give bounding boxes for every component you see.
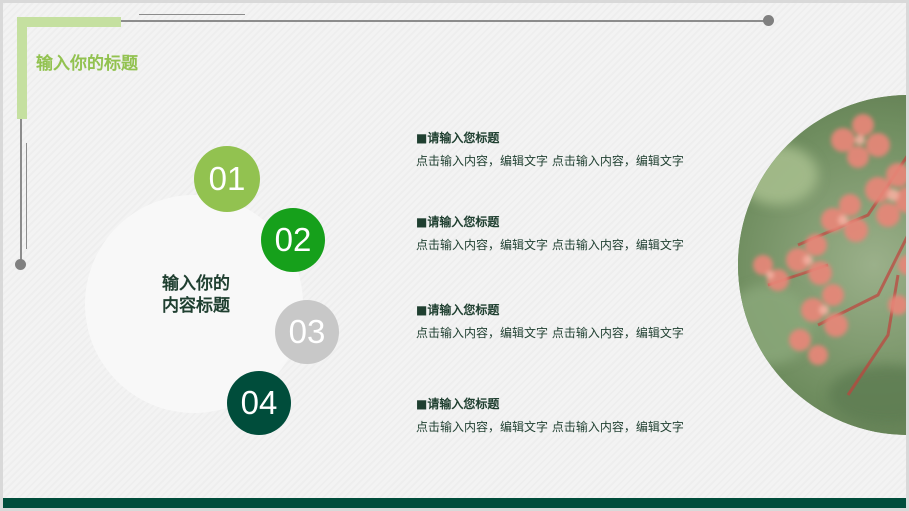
top-rule-dot	[763, 15, 774, 26]
bottom-bar	[3, 498, 906, 508]
list-item: ■请输入您标题 点击输入内容，编辑文字 点击输入内容，编辑文字	[416, 129, 726, 169]
item-title: ■请输入您标题	[416, 303, 500, 317]
top-rule-line	[121, 20, 769, 22]
flower-image	[738, 95, 906, 435]
left-rule-dot	[15, 259, 26, 270]
list-item: ■请输入您标题 点击输入内容，编辑文字 点击输入内容，编辑文字	[416, 213, 726, 253]
item-desc: 点击输入内容，编辑文字 点击输入内容，编辑文字	[416, 238, 684, 252]
left-rule-line-short	[26, 143, 27, 249]
number-circle-04: 04	[227, 371, 291, 435]
item-title: ■请输入您标题	[416, 215, 500, 229]
corner-bar-horizontal	[17, 17, 121, 27]
left-rule-line	[20, 119, 22, 265]
number-circle-03: 03	[275, 300, 339, 364]
corner-bar-vertical	[17, 17, 27, 119]
slide-title: 输入你的标题	[36, 54, 138, 74]
number-circle-01: 01	[194, 146, 260, 212]
list-item: ■请输入您标题 点击输入内容，编辑文字 点击输入内容，编辑文字	[416, 395, 726, 435]
center-label-line1: 输入你的	[162, 274, 230, 294]
item-title: ■请输入您标题	[416, 131, 500, 145]
item-desc: 点击输入内容，编辑文字 点击输入内容，编辑文字	[416, 154, 684, 168]
flower-photo	[738, 95, 906, 435]
slide: 输入你的标题 输入你的 内容标题 01 02 03 04 ■请输入您标题 点击输…	[3, 3, 906, 508]
item-desc: 点击输入内容，编辑文字 点击输入内容，编辑文字	[416, 420, 684, 434]
top-rule-line-short	[139, 14, 245, 15]
center-label: 输入你的 内容标题	[123, 273, 269, 317]
center-label-line2: 内容标题	[162, 296, 230, 316]
item-title: ■请输入您标题	[416, 397, 500, 411]
list-item: ■请输入您标题 点击输入内容，编辑文字 点击输入内容，编辑文字	[416, 301, 726, 341]
item-desc: 点击输入内容，编辑文字 点击输入内容，编辑文字	[416, 326, 684, 340]
number-circle-02: 02	[261, 208, 325, 272]
